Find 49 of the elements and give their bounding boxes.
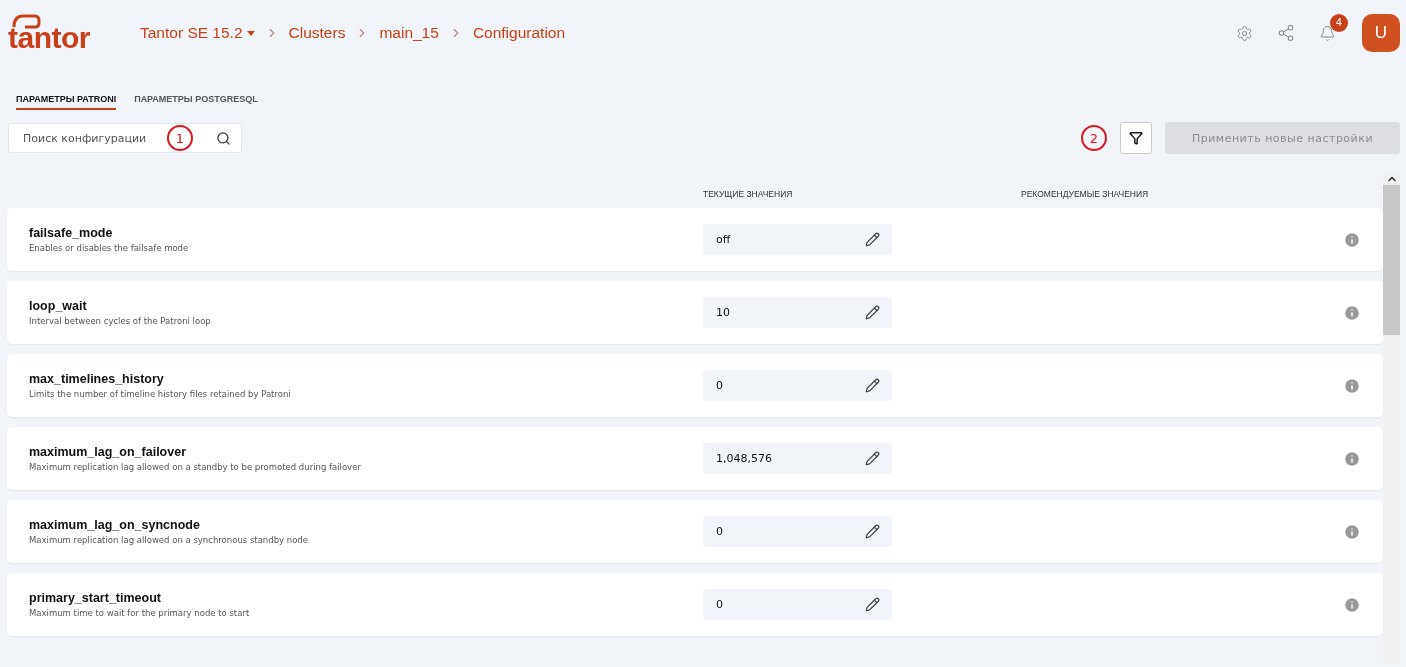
- breadcrumb-link[interactable]: main_15: [379, 24, 439, 42]
- info-icon[interactable]: [1343, 376, 1361, 395]
- parameter-description: Enables or disables the failsafe mode: [29, 243, 190, 253]
- filter-icon: [1129, 131, 1143, 145]
- pencil-icon: [865, 451, 880, 466]
- parameter-name: max_timelines_history: [29, 372, 165, 386]
- tantor-logo: tantor: [8, 13, 140, 53]
- breadcrumb-link[interactable]: Clusters: [288, 24, 346, 42]
- pencil-icon: [865, 305, 880, 320]
- tab[interactable]: ПАРАМЕТРЫ POSTGRESQL: [134, 94, 258, 110]
- caret-icon: [246, 30, 255, 36]
- parameter-name: maximum_lag_on_syncnode: [29, 518, 201, 532]
- breadcrumb-link[interactable]: Configuration: [472, 24, 566, 42]
- value-field[interactable]: 0: [703, 516, 892, 547]
- parameter-description: Maximum time to wait for the primary node to start: [29, 608, 251, 618]
- value-field[interactable]: 1,048,576: [703, 443, 892, 474]
- notification-count: 4: [1330, 13, 1348, 32]
- value-field[interactable]: off: [703, 224, 892, 255]
- parameter-name: failsafe_mode: [29, 226, 114, 240]
- pencil-icon: [865, 524, 880, 539]
- info-icon[interactable]: [1343, 449, 1361, 468]
- parameter-description: Maximum replication lag allowed on a synchronous standby node: [29, 535, 309, 545]
- pencil-icon: [865, 597, 880, 612]
- value-field[interactable]: 10: [703, 297, 892, 328]
- info-icon[interactable]: [1343, 595, 1361, 614]
- value-field[interactable]: 0: [703, 589, 892, 620]
- scrollbar[interactable]: [1383, 173, 1400, 663]
- filter-button[interactable]: [1120, 122, 1152, 154]
- annotation-marker: 1: [167, 125, 193, 151]
- parameter-name: loop_wait: [29, 299, 88, 313]
- tab[interactable]: ПАРАМЕТРЫ PATRONI: [16, 94, 117, 110]
- parameter-description: Interval between cycles of the Patroni loop: [29, 316, 212, 326]
- breadcrumb-link[interactable]: Tantor SE 15.2: [140, 24, 255, 42]
- user-avatar[interactable]: U: [1362, 14, 1400, 52]
- info-icon[interactable]: [1343, 230, 1361, 249]
- parameter-name: primary_start_timeout: [29, 591, 162, 605]
- parameter-description: Maximum replication lag allowed on a standby to be promoted during failover: [29, 462, 362, 472]
- search-bar[interactable]: Поиск конфигурации 1: [8, 123, 242, 153]
- pencil-icon: [865, 232, 880, 247]
- annotation-marker: 2: [1081, 125, 1107, 151]
- info-icon[interactable]: [1343, 522, 1361, 541]
- column-header: РЕКОМЕНДУЕМЫЕ ЗНАЧЕНИЯ: [1021, 189, 1150, 199]
- parameter-description: Limits the number of timeline history files retained by Patroni: [29, 389, 292, 399]
- value-field[interactable]: 0: [703, 370, 892, 401]
- pencil-icon: [865, 378, 880, 393]
- column-header: ТЕКУЩИЕ ЗНАЧЕНИЯ: [703, 189, 794, 199]
- search-icon: [216, 130, 231, 146]
- info-icon[interactable]: [1343, 303, 1361, 322]
- parameter-name: maximum_lag_on_failover: [29, 445, 187, 459]
